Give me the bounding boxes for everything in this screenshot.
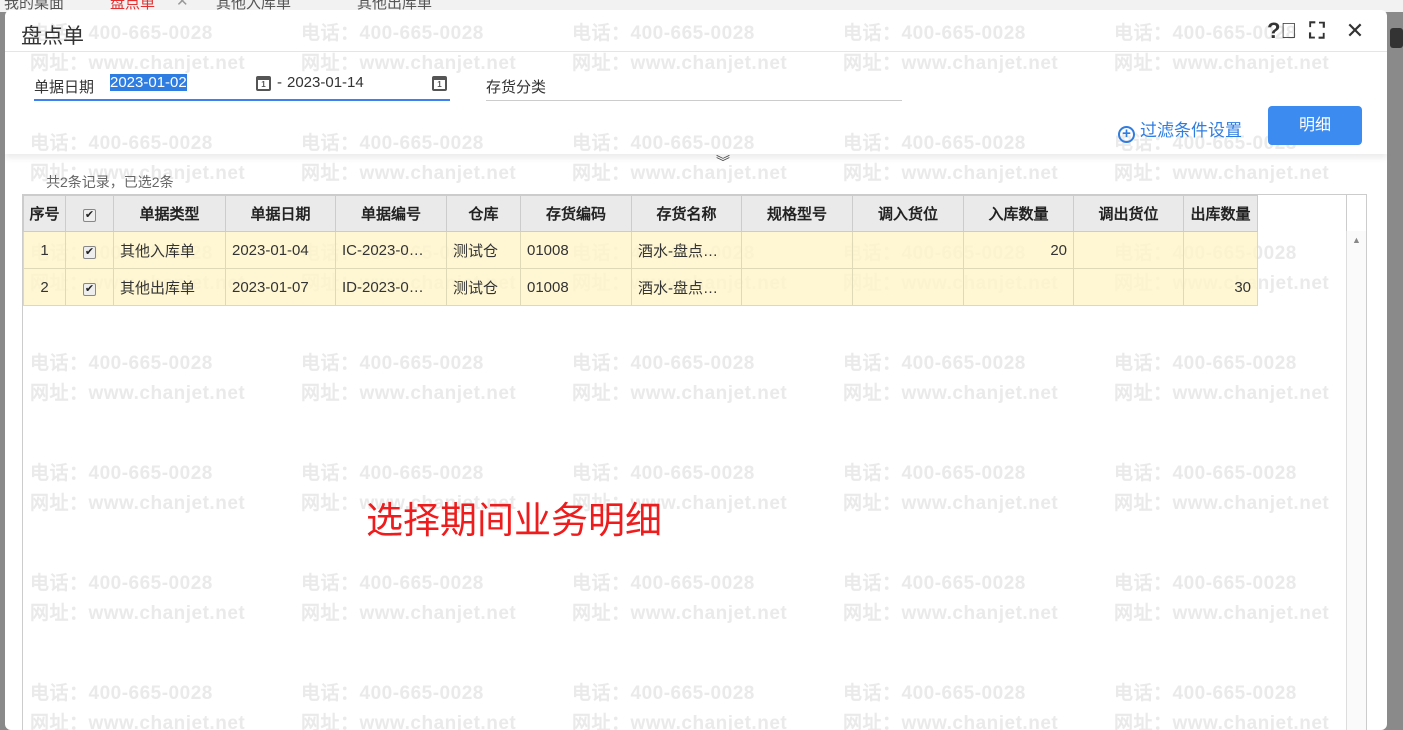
watermark-phone: 电话：400-665-0028 — [572, 23, 755, 44]
watermark-url: 网址：www.chanjet.net — [572, 163, 788, 184]
camera-icon — [1390, 28, 1403, 48]
column-header[interactable]: 存货编码 — [520, 195, 632, 232]
table-cell — [741, 231, 853, 269]
vertical-scrollbar[interactable]: ▲ — [1346, 231, 1366, 730]
checkbox-icon[interactable]: ✔ — [83, 209, 96, 222]
column-header[interactable]: 仓库 — [446, 195, 521, 232]
filter-settings-link[interactable]: + 过滤条件设置 — [1118, 116, 1242, 143]
category-underline — [486, 100, 902, 101]
table-cell: 01008 — [520, 268, 632, 306]
column-header[interactable]: 出库数量 — [1183, 195, 1258, 232]
table-cell — [963, 268, 1074, 306]
plus-circle-icon: + — [1118, 126, 1135, 143]
checkbox-icon[interactable]: ✔ — [83, 245, 96, 259]
table-cell — [1073, 268, 1184, 306]
column-header[interactable]: 存货名称 — [631, 195, 742, 232]
column-header[interactable]: 单据编号 — [335, 195, 447, 232]
table-cell: 1 — [23, 231, 66, 269]
table-cell: 测试仓 — [446, 231, 521, 269]
table-cell: 其他入库单 — [113, 231, 226, 269]
detail-table: 序号 ✔ 单据类型 单据日期 单据编号 仓库 存货编码 存货名称 规格型号 调入货位 入库数量 调出货… — [23, 195, 1258, 306]
checkbox-icon[interactable]: ✔ — [83, 282, 96, 296]
column-header[interactable]: 单据日期 — [225, 195, 336, 232]
table-cell: 2 — [23, 268, 66, 306]
category-input[interactable] — [565, 76, 900, 96]
date-underline — [34, 99, 450, 101]
table-row[interactable]: 1 ✔ 其他入库单 2023-01-04 IC-2023-0… 测试仓 01008 酒水-盘点… — [23, 231, 1258, 269]
table-cell: 2023-01-04 — [225, 231, 336, 269]
stocktake-dialog: 电话：400-665-0028 网址：www.chanjet.net 电话：400-… — [5, 10, 1387, 730]
detail-button[interactable]: 明细 — [1268, 106, 1362, 145]
row-checkbox[interactable]: ✔ — [65, 268, 114, 306]
watermark-url: 网址：www.chanjet.net — [843, 163, 1059, 184]
table-cell: ID-2023-0… — [335, 268, 447, 306]
record-count: 共2条记录，已选2条 — [46, 174, 174, 190]
close-tab-icon[interactable]: ✕ — [176, 0, 189, 10]
table-cell — [741, 268, 853, 306]
date-to-input[interactable]: 2023-01-14 — [287, 74, 364, 91]
select-all-checkbox[interactable]: ✔ — [65, 195, 114, 232]
column-header[interactable]: 入库数量 — [963, 195, 1074, 232]
table-cell: 01008 — [520, 231, 632, 269]
table-cell: 2023-01-07 — [225, 268, 336, 306]
calendar-icon[interactable]: 1 — [256, 76, 271, 91]
scroll-up-icon[interactable]: ▲ — [1347, 235, 1366, 245]
date-label: 单据日期 — [34, 79, 95, 96]
table-cell: IC-2023-0… — [335, 231, 447, 269]
filter-settings-label: 过滤条件设置 — [1140, 121, 1242, 140]
table-cell — [852, 268, 964, 306]
column-header[interactable]: 规格型号 — [741, 195, 853, 232]
dialog-title: 盘点单 — [21, 25, 84, 48]
table-cell — [1183, 231, 1258, 269]
watermark-phone: 电话：400-665-0028 — [843, 23, 1026, 44]
column-header[interactable]: 调入货位 — [852, 195, 964, 232]
watermark-url: 网址：www.chanjet.net — [301, 163, 517, 184]
watermark-url: 网址：www.chanjet.net — [1114, 163, 1330, 184]
collapse-chevron-icon[interactable]: ︾ — [716, 152, 730, 172]
table-cell: 酒水-盘点… — [631, 268, 742, 306]
column-header[interactable]: 序号 — [23, 195, 66, 232]
table-cell: 30 — [1183, 268, 1258, 306]
row-checkbox[interactable]: ✔ — [65, 231, 114, 269]
watermark-phone: 电话：400-665-0028 — [301, 23, 484, 44]
table-cell: 其他出库单 — [113, 268, 226, 306]
category-label: 存货分类 — [486, 79, 547, 96]
annotation-text: 选择期间业务明细 — [366, 500, 662, 541]
detail-grid: 序号 ✔ 单据类型 单据日期 单据编号 仓库 存货编码 存货名称 规格型号 调入货位 入库数量 调出货… — [22, 194, 1367, 730]
maximize-icon[interactable]: ⛶ — [1305, 18, 1329, 44]
column-header[interactable]: 调出货位 — [1073, 195, 1184, 232]
date-separator: - — [277, 74, 282, 91]
date-from-input[interactable]: 2023-01-02 — [110, 74, 187, 91]
help-icon[interactable]: ?⃝ — [1267, 18, 1297, 44]
scroll-header — [1346, 195, 1366, 231]
table-row[interactable]: 2 ✔ 其他出库单 2023-01-07 ID-2023-0… 测试仓 01008 酒水-盘点… — [23, 268, 1258, 306]
column-header[interactable]: 单据类型 — [113, 195, 226, 232]
table-cell — [1073, 231, 1184, 269]
table-cell: 20 — [963, 231, 1074, 269]
table-cell: 酒水-盘点… — [631, 231, 742, 269]
table-cell: 测试仓 — [446, 268, 521, 306]
close-icon[interactable]: ✕ — [1343, 18, 1367, 44]
calendar-icon[interactable]: 1 — [432, 76, 447, 91]
table-cell — [852, 231, 964, 269]
